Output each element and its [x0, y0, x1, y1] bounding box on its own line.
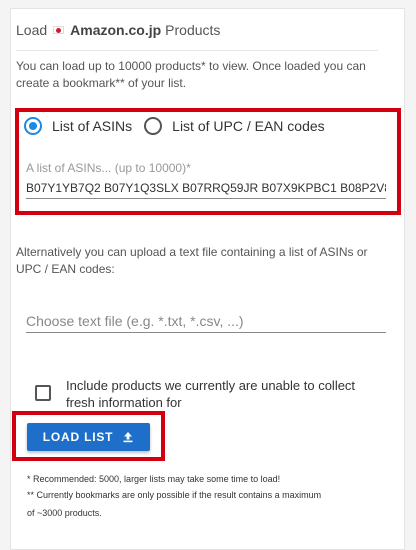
footnote-bookmarks-line2: of ~3000 products. — [27, 508, 102, 518]
load-list-label: LOAD LIST — [42, 430, 114, 444]
radio-list-of-upc-ean-label[interactable]: List of UPC / EAN codes — [172, 118, 325, 134]
input-type-radio-group: List of ASINs List of UPC / EAN codes — [24, 117, 337, 135]
title-marketplace: Amazon.co.jp — [70, 22, 162, 38]
upload-instructions: Alternatively you can upload a text file… — [16, 245, 368, 276]
title-load-text: Load — [16, 22, 48, 38]
upload-icon — [123, 432, 133, 443]
panel-title: Load Amazon.co.jp Products — [16, 22, 220, 38]
footnote-bookmarks-line1: ** Currently bookmarks are only possible… — [27, 490, 322, 500]
radio-list-of-upc-ean[interactable] — [144, 117, 163, 135]
asin-list-input[interactable] — [26, 178, 386, 199]
intro-text: You can load up to 10000 products* to vi… — [16, 59, 366, 90]
include-unavailable-label[interactable]: Include products we currently are unable… — [66, 377, 376, 411]
japan-flag-icon — [53, 26, 65, 34]
asin-field-label: A list of ASINs... (up to 10000)* — [26, 161, 191, 175]
title-products-text: Products — [165, 22, 221, 38]
include-unavailable-checkbox[interactable] — [35, 385, 51, 401]
radio-list-of-asins-label[interactable]: List of ASINs — [52, 118, 132, 134]
footnote-recommended: * Recommended: 5000, larger lists may ta… — [27, 474, 281, 484]
load-list-button[interactable]: LOAD LIST — [27, 423, 150, 451]
radio-list-of-asins[interactable] — [24, 117, 42, 135]
title-divider — [16, 50, 378, 51]
file-upload-input[interactable]: Choose text file (e.g. *.txt, *.csv, ...… — [26, 310, 386, 333]
